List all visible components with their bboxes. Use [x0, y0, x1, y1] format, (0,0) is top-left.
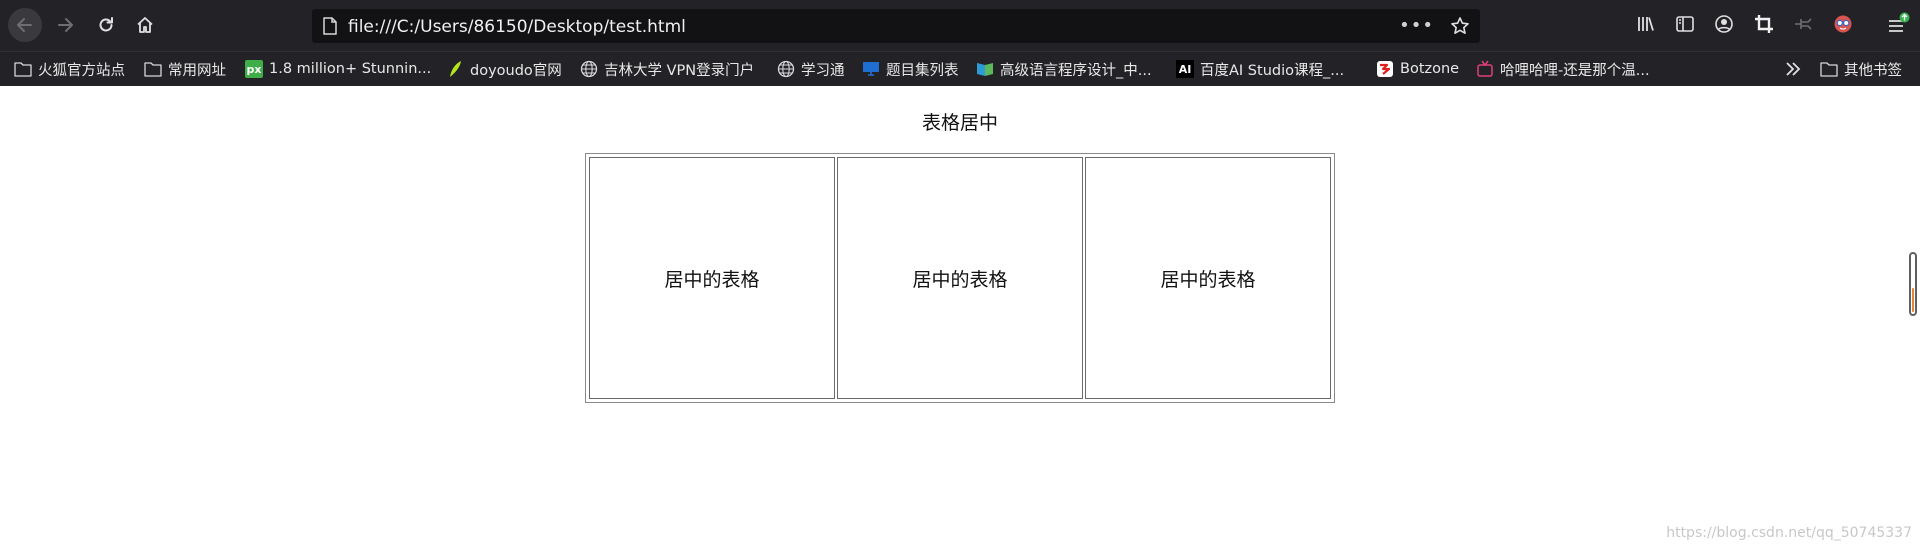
- library-icon[interactable]: [1636, 14, 1656, 34]
- menu-button[interactable]: [1886, 12, 1910, 36]
- bookmark-item[interactable]: AI 百度AI Studio课程_...: [1176, 58, 1344, 80]
- watermark: https://blog.csdn.net/qq_50745337: [1666, 525, 1912, 541]
- browser-toolbar: file:///C:/Users/86150/Desktop/test.html…: [0, 0, 1920, 51]
- px-logo-icon: px: [245, 60, 263, 78]
- feather-icon: [446, 60, 464, 78]
- table-cell: 居中的表格: [589, 157, 835, 399]
- chevron-double-right-icon: [1786, 62, 1801, 76]
- other-bookmarks-label: 其他书签: [1844, 62, 1902, 79]
- ai-logo-icon: AI: [1176, 60, 1194, 78]
- page-icon: [323, 17, 337, 35]
- bookmark-label: doyoudo官网: [470, 62, 562, 79]
- monitor-icon: [862, 60, 880, 78]
- bookmark-item[interactable]: 题目集列表: [862, 58, 959, 80]
- crop-icon[interactable]: [1754, 14, 1774, 34]
- bookmark-item[interactable]: doyoudo官网: [446, 58, 562, 80]
- bookmark-label: 常用网址: [168, 62, 226, 79]
- back-arrow-icon: [17, 18, 32, 32]
- centered-table: 居中的表格 居中的表格 居中的表格: [585, 153, 1335, 403]
- bookmark-item[interactable]: 常用网址: [144, 58, 226, 80]
- forward-arrow-icon: [58, 18, 73, 32]
- back-button[interactable]: [8, 8, 42, 42]
- star-icon[interactable]: [1450, 16, 1470, 36]
- bookmark-label: 火狐官方站点: [38, 62, 125, 79]
- pin-icon[interactable]: [1793, 14, 1813, 34]
- menu-icon: [1889, 12, 1910, 32]
- bookmark-label: 高级语言程序设计_中...: [1000, 62, 1152, 79]
- forward-button[interactable]: [48, 8, 82, 42]
- tv-icon: [1476, 60, 1494, 78]
- folder-icon: [1820, 60, 1838, 78]
- home-icon: [137, 17, 153, 33]
- bookmark-label: 学习通: [801, 62, 845, 79]
- botzone-icon: [1376, 60, 1394, 78]
- table-cell: 居中的表格: [1085, 157, 1331, 399]
- home-button[interactable]: [128, 8, 162, 42]
- bookmarks-overflow-button[interactable]: [1784, 58, 1802, 80]
- other-bookmarks[interactable]: 其他书签: [1820, 58, 1902, 80]
- table-caption: 表格居中: [921, 112, 998, 134]
- bookmark-label: 吉林大学 VPN登录门户: [604, 62, 755, 79]
- page-actions-menu[interactable]: •••: [1399, 15, 1434, 36]
- folder-icon: [144, 60, 162, 78]
- table-cell: 居中的表格: [837, 157, 1083, 399]
- bookmark-item[interactable]: 学习通: [777, 58, 845, 80]
- sidebar-icon[interactable]: [1675, 14, 1695, 34]
- account-icon[interactable]: [1714, 14, 1734, 34]
- bookmark-label: 题目集列表: [886, 62, 959, 79]
- scroll-indicator-fill: [1912, 288, 1914, 312]
- url-text[interactable]: file:///C:/Users/86150/Desktop/test.html: [348, 17, 686, 37]
- reload-icon: [99, 17, 113, 32]
- bookmark-item[interactable]: 火狐官方站点: [14, 58, 125, 80]
- bookmark-item[interactable]: 高级语言程序设计_中...: [976, 58, 1152, 80]
- globe-icon: [580, 60, 598, 78]
- bookmark-label: Botzone: [1400, 61, 1460, 77]
- bookmarks-bar: 火狐官方站点 常用网址 px 1.8 million+ Stunnin... d…: [0, 51, 1920, 86]
- bookmark-item[interactable]: Botzone: [1376, 58, 1459, 80]
- url-bar[interactable]: file:///C:/Users/86150/Desktop/test.html…: [312, 9, 1480, 43]
- scroll-indicator[interactable]: [1909, 252, 1917, 316]
- reload-button[interactable]: [89, 8, 123, 42]
- bookmark-label: 1.8 million+ Stunnin...: [269, 61, 432, 77]
- bookmark-item[interactable]: 哈哩哈哩-还是那个温...: [1476, 58, 1650, 80]
- extension-face-icon[interactable]: [1833, 14, 1853, 34]
- bookmark-label: 百度AI Studio课程_...: [1200, 62, 1345, 79]
- folder-icon: [14, 60, 32, 78]
- bookmark-label: 哈哩哈哩-还是那个温...: [1500, 62, 1650, 79]
- bookmark-item[interactable]: 吉林大学 VPN登录门户: [580, 58, 754, 80]
- book-icon: [976, 60, 994, 78]
- bookmark-item[interactable]: px 1.8 million+ Stunnin...: [245, 58, 431, 80]
- globe-icon: [777, 60, 795, 78]
